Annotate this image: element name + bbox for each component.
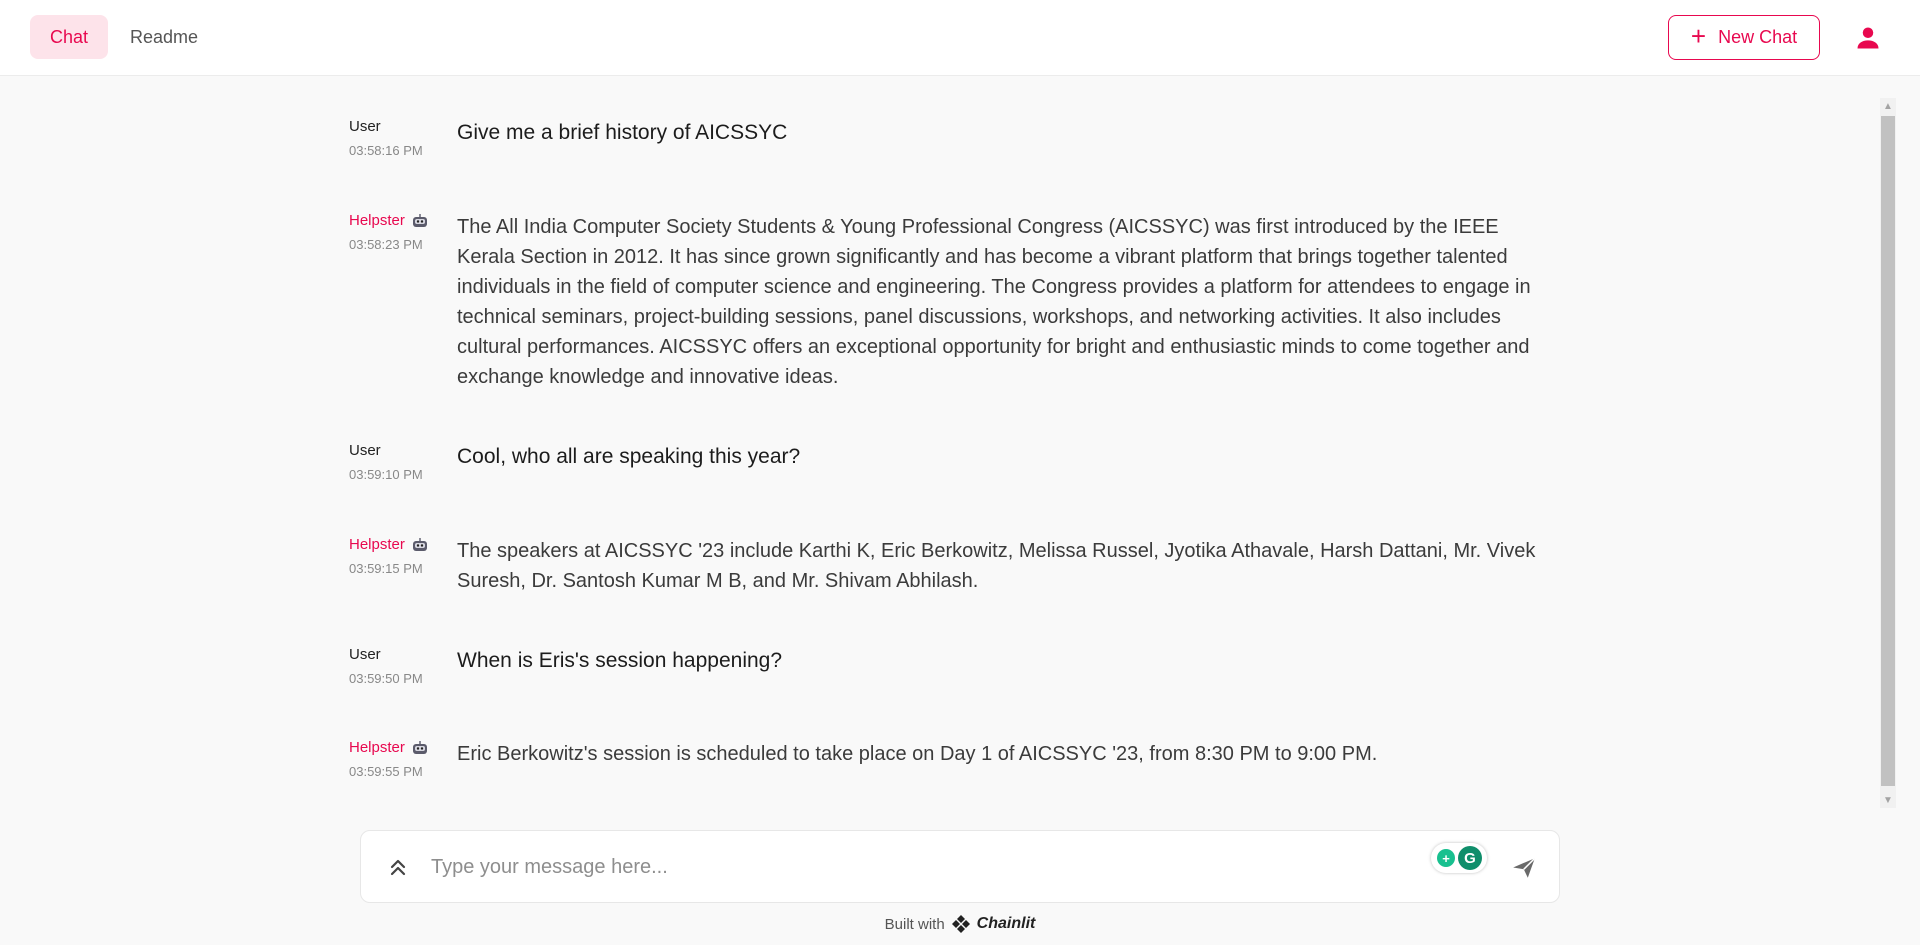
new-chat-label: New Chat (1718, 27, 1798, 47)
robot-icon (412, 213, 427, 227)
message-input[interactable] (431, 847, 1331, 887)
scroll-up-arrow-icon[interactable]: ▲ (1880, 98, 1896, 114)
author-name: Helpster (349, 212, 405, 229)
message-time: 03:59:10 PM (349, 467, 423, 482)
message-text: The speakers at AICSSYC '23 include Kart… (457, 540, 1536, 592)
message-text: Eric Berkowitz's session is scheduled to… (457, 743, 1378, 765)
message-time: 03:59:15 PM (349, 561, 423, 576)
message-text: Cool, who all are speaking this year? (457, 445, 801, 468)
message-time: 03:58:23 PM (349, 237, 423, 252)
scrollbar[interactable]: ▲ ▼ (1880, 98, 1896, 808)
message-list: User 03:58:16 PM Give me a brief history… (0, 100, 1880, 800)
message-text: Give me a brief history of AICSSYC (457, 121, 788, 144)
tab-readme[interactable]: Readme (110, 15, 218, 59)
built-with-text: Built with (884, 915, 945, 933)
grammar-extension-widget[interactable]: + G (1431, 843, 1487, 873)
footer: Built with Chainlit (0, 912, 1920, 936)
chainlit-logo-icon (951, 915, 970, 933)
tab-chat[interactable]: Chat (30, 15, 109, 59)
bulb-icon[interactable]: + (1437, 849, 1455, 867)
scroll-down-arrow-icon[interactable]: ▼ (1880, 792, 1896, 808)
message-time: 03:58:16 PM (349, 143, 423, 158)
chainlit-brand[interactable]: Chainlit (977, 915, 1036, 933)
author-name: Helpster (349, 536, 405, 553)
robot-icon (412, 537, 427, 551)
message-time: 03:59:55 PM (349, 764, 423, 779)
chevron-double-up-icon[interactable] (386, 855, 410, 879)
message-author: Helpster (349, 536, 449, 553)
message-author: Helpster (349, 212, 449, 229)
message-author: User (349, 118, 381, 135)
scrollbar-thumb[interactable] (1881, 116, 1895, 786)
message-text: When is Eris's session happening? (457, 649, 783, 672)
message-time: 03:59:50 PM (349, 671, 423, 686)
send-icon[interactable] (1511, 855, 1537, 881)
grammarly-icon[interactable]: G (1458, 846, 1482, 870)
user-icon[interactable] (1854, 24, 1882, 52)
new-chat-button[interactable]: + New Chat (1668, 15, 1820, 60)
message-composer: + G (360, 830, 1560, 903)
message-author: User (349, 442, 381, 459)
message-author: Helpster (349, 739, 449, 756)
robot-icon (412, 740, 427, 754)
author-name: Helpster (349, 739, 405, 756)
message-text: The All India Computer Society Students … (457, 216, 1531, 388)
plus-icon: + (1690, 21, 1707, 51)
message-author: User (349, 646, 381, 663)
app-header: Chat Readme + New Chat (0, 0, 1920, 76)
